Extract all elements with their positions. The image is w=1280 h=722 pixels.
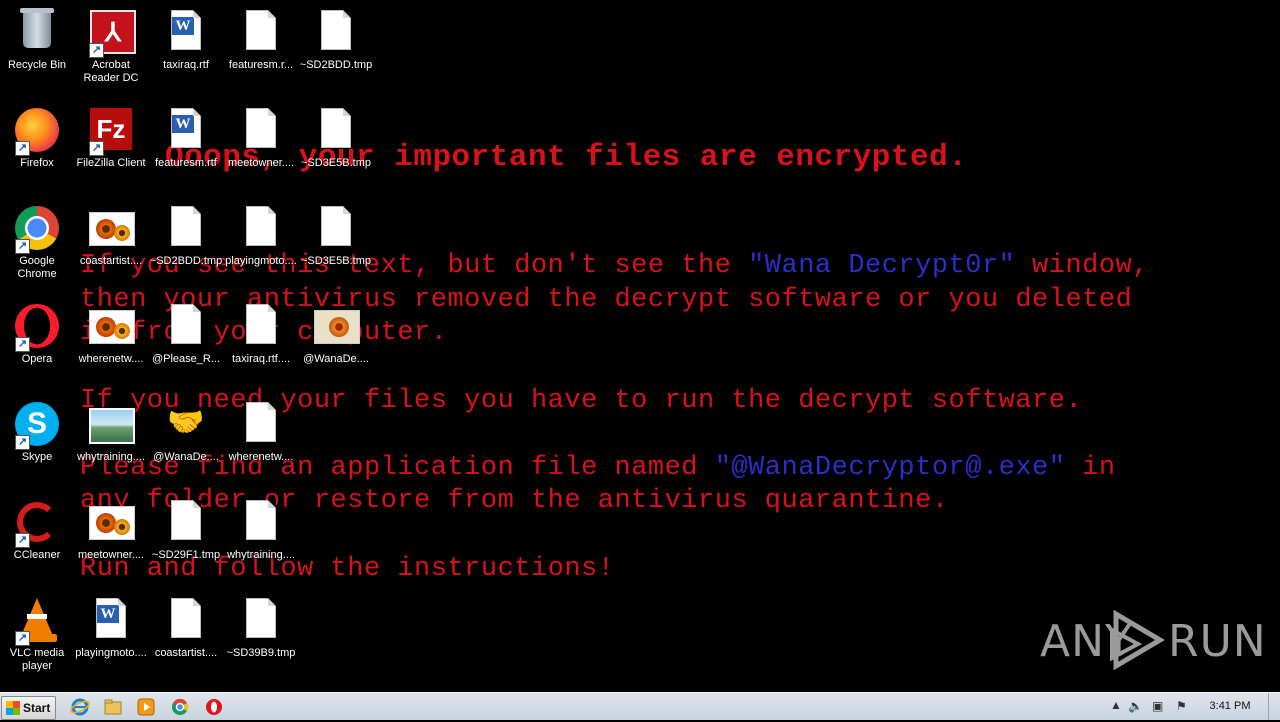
blank-file-icon: [171, 500, 201, 540]
desktop-icon-file[interactable]: ~SD2BDD.tmp: [299, 4, 373, 94]
folder-icon[interactable]: [103, 697, 123, 717]
image-file-icon: [89, 212, 135, 246]
shortcut-arrow-icon: ↗: [15, 239, 30, 254]
anyrun-watermark: ANY RUN: [1040, 610, 1266, 672]
desktop-icon-file[interactable]: coastartist....: [149, 592, 223, 682]
desktop-icon-file[interactable]: meetowner....: [224, 102, 298, 192]
blank-file-icon: [246, 304, 276, 344]
desktop-icon-file[interactable]: wherenetw....: [224, 396, 298, 486]
blank-file-icon: [246, 598, 276, 638]
clock[interactable]: 3:41 PM: [1200, 693, 1260, 720]
desktop-icon-file[interactable]: ~SD3E5B.tmp: [299, 200, 373, 290]
desktop-icon-acrobat[interactable]: ⅄ ↗ Acrobat Reader DC: [74, 4, 148, 94]
desktop-icon-vlc[interactable]: ↗ VLC media player: [0, 592, 74, 682]
internet-explorer-icon[interactable]: [70, 697, 90, 717]
blank-file-icon: [246, 10, 276, 50]
blank-file-icon: [171, 206, 201, 246]
handshake-icon: 🤝: [167, 406, 205, 439]
desktop-icon-recycle-bin[interactable]: Recycle Bin: [0, 4, 74, 94]
start-button[interactable]: Start: [1, 696, 56, 720]
desktop-icon-file[interactable]: 🤝 @WanaDe....: [149, 396, 223, 486]
desktop[interactable]: Ooops, your important files are encrypte…: [0, 0, 1280, 692]
image-file-icon: [89, 506, 135, 540]
taskbar: Start ▲ 🔈 ▣ ⚑ 3:41 PM: [0, 692, 1280, 720]
windows-logo-icon: [6, 701, 20, 715]
blank-file-icon: [246, 402, 276, 442]
desktop-icon-file[interactable]: whytraining....: [74, 396, 148, 486]
media-player-icon[interactable]: [136, 697, 156, 717]
desktop-icon-ccleaner[interactable]: ↗ CCleaner: [0, 494, 74, 584]
word-document-icon: W: [171, 108, 201, 148]
desktop-icon-firefox[interactable]: ↗ Firefox: [0, 102, 74, 192]
shortcut-arrow-icon: ↗: [15, 533, 30, 548]
desktop-icon-file[interactable]: coastartist....: [74, 200, 148, 290]
desktop-icon-file[interactable]: @Please_R...: [149, 298, 223, 388]
desktop-icon-file[interactable]: W featuresm.rtf: [149, 102, 223, 192]
play-logo-icon: [1110, 610, 1165, 670]
volume-icon[interactable]: 🔈: [1128, 699, 1143, 713]
desktop-icon-file[interactable]: whytraining....: [224, 494, 298, 584]
action-center-flag-icon[interactable]: ⚑: [1176, 699, 1187, 713]
desktop-icon-file[interactable]: ~SD29F1.tmp: [149, 494, 223, 584]
desktop-icon-chrome[interactable]: ↗ Google Chrome: [0, 200, 74, 290]
blank-file-icon: [321, 206, 351, 246]
show-desktop-button[interactable]: [1268, 693, 1280, 720]
desktop-icon-file[interactable]: W taxiraq.rtf: [149, 4, 223, 94]
word-document-icon: W: [171, 10, 201, 50]
desktop-icon-file[interactable]: ~SD3E5B.tmp: [299, 102, 373, 192]
image-file-icon: [89, 310, 135, 344]
recycle-bin-icon: [20, 8, 54, 48]
blank-file-icon: [321, 108, 351, 148]
desktop-icon-file[interactable]: W playingmoto....: [74, 592, 148, 682]
wanadecryptor-image-icon: [314, 310, 360, 344]
shortcut-arrow-icon: ↗: [15, 141, 30, 156]
shortcut-arrow-icon: ↗: [15, 435, 30, 450]
desktop-icon-file[interactable]: @WanaDe....: [299, 298, 373, 388]
desktop-icon-skype[interactable]: S ↗ Skype: [0, 396, 74, 486]
desktop-icon-file[interactable]: featuresm.r...: [224, 4, 298, 94]
desktop-icon-file[interactable]: meetowner....: [74, 494, 148, 584]
blank-file-icon: [246, 500, 276, 540]
text-file-icon: [171, 304, 201, 344]
blank-file-icon: [246, 206, 276, 246]
chrome-icon[interactable]: [170, 697, 190, 717]
shortcut-arrow-icon: ↗: [89, 43, 104, 58]
desktop-icon-file[interactable]: ~SD39B9.tmp: [224, 592, 298, 682]
shortcut-arrow-icon: ↗: [15, 337, 30, 352]
desktop-icon-file[interactable]: playingmoto....: [224, 200, 298, 290]
shortcut-arrow-icon: ↗: [89, 141, 104, 156]
desktop-icon-filezilla[interactable]: Fz ↗ FileZilla Client: [74, 102, 148, 192]
blank-file-icon: [321, 10, 351, 50]
desktop-icon-file[interactable]: wherenetw....: [74, 298, 148, 388]
word-document-icon: W: [96, 598, 126, 638]
opera-icon[interactable]: [204, 697, 224, 717]
desktop-icon-opera[interactable]: ↗ Opera: [0, 298, 74, 388]
blank-file-icon: [246, 108, 276, 148]
shortcut-arrow-icon: ↗: [15, 631, 30, 646]
network-icon[interactable]: ▣: [1152, 699, 1163, 713]
show-hidden-icons-icon[interactable]: ▲: [1110, 698, 1122, 712]
vlc-icon: ↗: [13, 596, 61, 646]
blank-file-icon: [171, 598, 201, 638]
desktop-icon-file[interactable]: taxiraq.rtf....: [224, 298, 298, 388]
desktop-icon-file[interactable]: ~SD2BDD.tmp: [149, 200, 223, 290]
landscape-image-icon: [89, 408, 135, 444]
